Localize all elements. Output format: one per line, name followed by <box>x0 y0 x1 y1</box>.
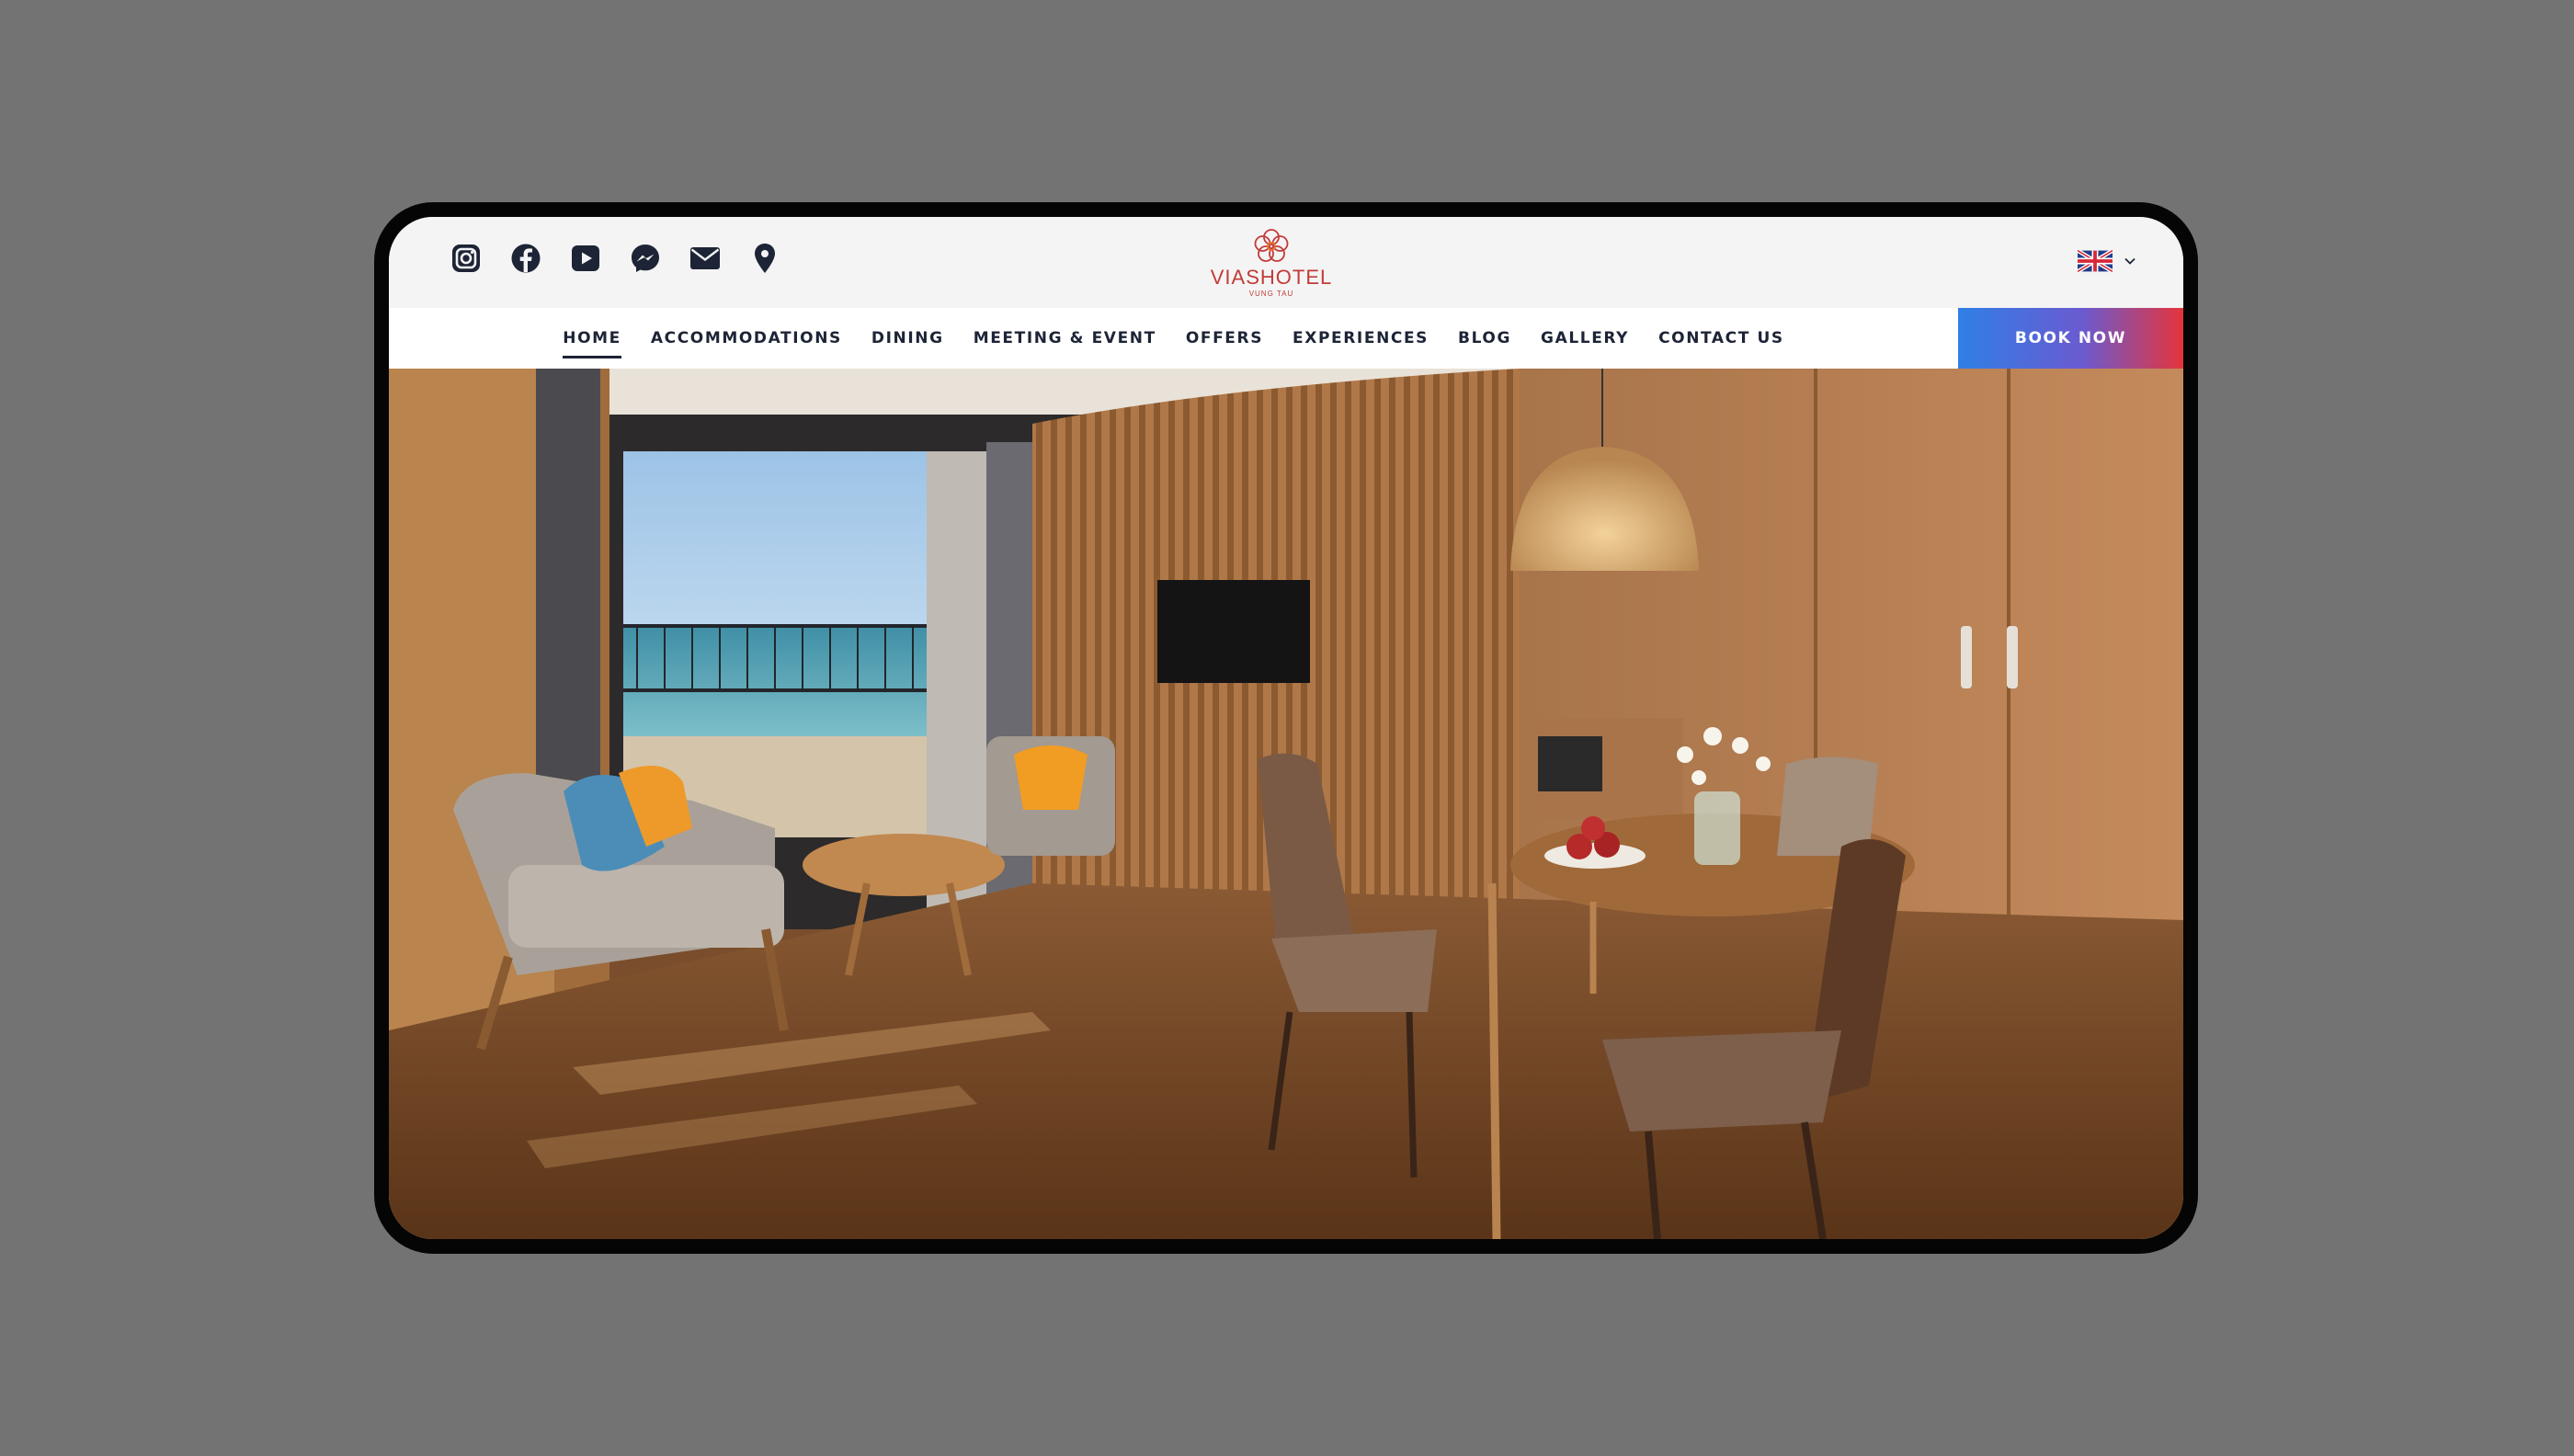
youtube-icon[interactable] <box>569 242 602 275</box>
nav-item-contact-us[interactable]: CONTACT US <box>1658 329 1784 347</box>
nav-item-dining[interactable]: DINING <box>871 329 944 347</box>
hotel-logo[interactable]: VIASHOTEL VUNG TAU <box>1198 226 1345 303</box>
location-pin-icon[interactable] <box>748 242 781 275</box>
nav-item-home[interactable]: HOME <box>563 329 621 358</box>
nav-item-gallery[interactable]: GALLERY <box>1541 329 1629 347</box>
chevron-down-icon <box>2124 257 2136 265</box>
social-links <box>450 242 808 275</box>
logo-subtitle: VUNG TAU <box>1248 290 1294 298</box>
nav-item-offers[interactable]: OFFERS <box>1186 329 1263 347</box>
nav-item-experiences[interactable]: EXPERIENCES <box>1293 329 1429 347</box>
hero-room-image <box>389 369 2183 1239</box>
messenger-icon[interactable] <box>629 242 662 275</box>
browser-screen: VIASHOTEL VUNG TAU HOME ACCOMMODATIONS D… <box>389 217 2183 1239</box>
nav-item-accommodations[interactable]: ACCOMMODATIONS <box>651 329 842 347</box>
language-selector[interactable] <box>2078 250 2136 272</box>
nav-item-blog[interactable]: BLOG <box>1458 329 1511 347</box>
email-icon[interactable] <box>689 242 722 275</box>
logo-brand-part2: HOTEL <box>1259 266 1333 289</box>
nav-item-meeting-event[interactable]: MEETING & EVENT <box>974 329 1156 347</box>
instagram-icon[interactable] <box>450 242 483 275</box>
uk-flag-icon <box>2078 250 2113 272</box>
flower-logo-icon <box>1254 229 1289 262</box>
logo-brand-part1: VIAS <box>1210 266 1260 289</box>
facebook-icon[interactable] <box>509 242 542 275</box>
main-navigation: HOME ACCOMMODATIONS DINING MEETING & EVE… <box>389 308 2183 369</box>
top-bar: VIASHOTEL VUNG TAU <box>389 217 2183 308</box>
book-now-button[interactable]: BOOK NOW <box>1958 308 2183 369</box>
device-frame: VIASHOTEL VUNG TAU HOME ACCOMMODATIONS D… <box>374 202 2198 1254</box>
